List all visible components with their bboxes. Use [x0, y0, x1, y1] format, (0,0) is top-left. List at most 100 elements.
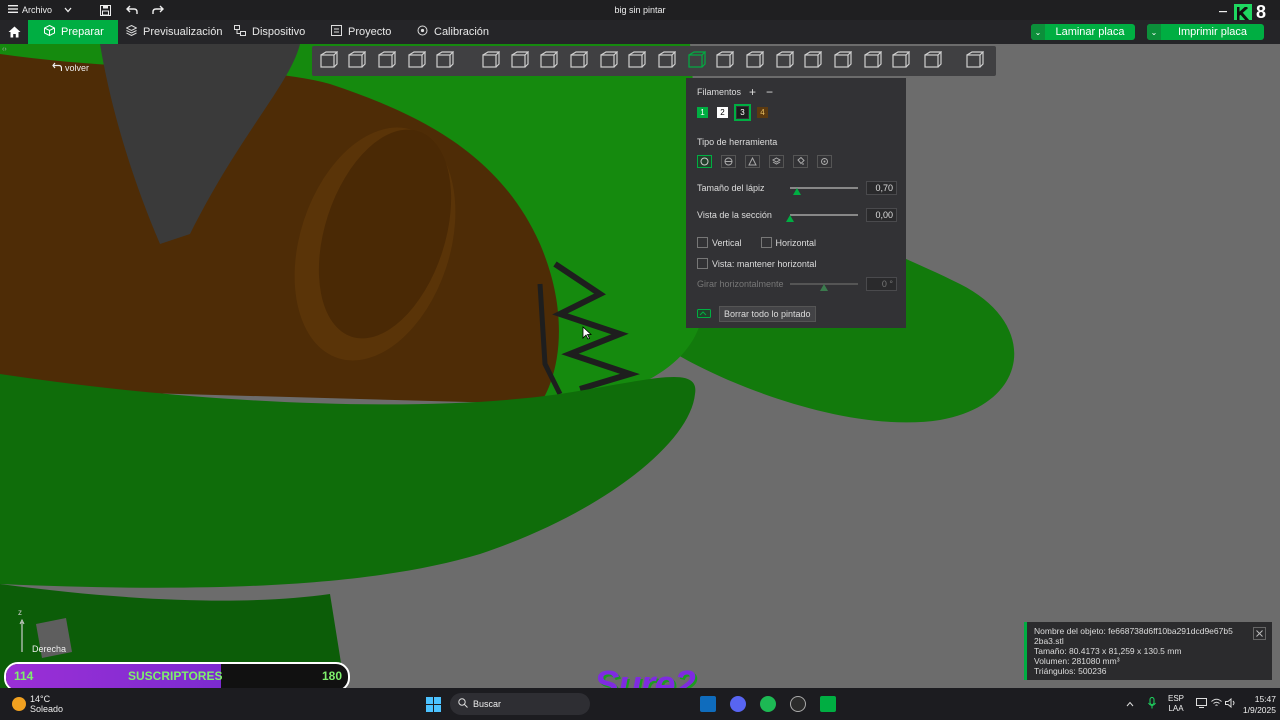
- slicer-app-icon[interactable]: [790, 696, 806, 712]
- settings-icon[interactable]: [964, 51, 985, 71]
- window-title: big sin pintar: [0, 0, 1280, 20]
- gap-fill-icon[interactable]: [817, 155, 832, 168]
- brim-icon[interactable]: [862, 51, 883, 71]
- tab-preview[interactable]: Previsualización: [125, 20, 222, 44]
- start-button[interactable]: [426, 697, 441, 714]
- emboss-icon[interactable]: [744, 51, 765, 71]
- support-paint-icon[interactable]: [656, 51, 677, 71]
- circle-brush-icon[interactable]: [697, 155, 712, 168]
- clock[interactable]: 15:47 1/9/2025: [1230, 694, 1276, 716]
- slice-plate-button[interactable]: ⌄ Laminar placa: [1031, 24, 1135, 40]
- scale-icon[interactable]: [538, 51, 559, 71]
- subscriber-current: 114: [14, 669, 34, 683]
- fill-bucket-icon[interactable]: [793, 155, 808, 168]
- print-plate-button[interactable]: ⌄ Imprimir placa: [1147, 24, 1264, 40]
- calibration-icon: [417, 25, 428, 39]
- section-view-slider[interactable]: [790, 214, 858, 216]
- monitor-icon[interactable]: [1196, 698, 1207, 710]
- filament-swatch-3[interactable]: 3: [734, 104, 751, 121]
- boolean-icon[interactable]: [626, 51, 647, 71]
- microphone-icon[interactable]: [1148, 697, 1156, 711]
- subscriber-label: SUSCRIPTORES: [128, 669, 223, 683]
- rotate-icon[interactable]: [509, 51, 530, 71]
- height-range-icon[interactable]: [769, 155, 784, 168]
- tab-device[interactable]: Dispositivo: [234, 20, 305, 44]
- 3d-viewport[interactable]: volver ‹› z Derecha: [0, 44, 1280, 688]
- close-icon[interactable]: [1253, 627, 1266, 640]
- ruler-icon[interactable]: [922, 51, 943, 71]
- remove-filament-icon[interactable]: −: [766, 85, 773, 99]
- device-icon: [234, 25, 246, 39]
- view-cube[interactable]: z Derecha: [14, 608, 74, 662]
- section-view-value[interactable]: 0,00: [866, 208, 897, 222]
- search-icon: [458, 698, 468, 710]
- vertical-checkbox[interactable]: [697, 237, 708, 248]
- cut-icon[interactable]: [598, 51, 619, 71]
- axis-gizmo-icon: [19, 618, 72, 658]
- pen-size-slider-thumb[interactable]: [792, 188, 801, 195]
- save-icon[interactable]: [100, 0, 111, 20]
- assembly-icon[interactable]: [890, 51, 911, 71]
- chevron-down-icon: [64, 5, 72, 15]
- file-menu[interactable]: Archivo: [8, 0, 72, 20]
- measure-icon[interactable]: [774, 51, 795, 71]
- search-box[interactable]: Buscar: [450, 693, 590, 715]
- text-icon[interactable]: [714, 51, 735, 71]
- horizontal-checkbox[interactable]: [760, 237, 772, 248]
- weather-widget[interactable]: 14°C Soleado: [12, 694, 63, 714]
- filament-swatch-1[interactable]: 1: [697, 107, 708, 118]
- chevron-down-icon[interactable]: ⌄: [1031, 24, 1045, 40]
- tab-prepare-label: Preparar: [61, 26, 104, 38]
- plate-layout-icon[interactable]: [406, 51, 427, 71]
- object-name: Nombre del objeto: fe668738d6ff10ba291dc…: [1034, 626, 1233, 636]
- seam-paint-icon[interactable]: [832, 51, 853, 71]
- arrange-grid-icon[interactable]: [346, 51, 367, 71]
- home-button[interactable]: [0, 20, 28, 44]
- bambu-studio-icon[interactable]: [820, 696, 836, 712]
- discord-icon[interactable]: [730, 696, 746, 712]
- spotify-icon[interactable]: [760, 696, 776, 712]
- sphere-brush-icon[interactable]: [721, 155, 736, 168]
- pen-size-value[interactable]: 0,70: [866, 181, 897, 195]
- back-button[interactable]: volver: [52, 62, 89, 74]
- section-view-slider-thumb[interactable]: [786, 215, 794, 222]
- add-part-icon[interactable]: [318, 51, 339, 71]
- undo-icon[interactable]: [126, 0, 138, 20]
- chevron-down-icon[interactable]: ⌄: [1147, 24, 1161, 40]
- variable-layer-icon[interactable]: [802, 51, 823, 71]
- color-paint-icon[interactable]: [686, 51, 707, 71]
- sidebar-toggle[interactable]: ‹›: [2, 46, 12, 56]
- lay-on-face-icon[interactable]: [568, 51, 589, 71]
- add-filament-icon[interactable]: +: [749, 85, 756, 99]
- outlook-icon[interactable]: [700, 696, 716, 712]
- section-view-label: Vista de la sección: [697, 210, 772, 220]
- color-paint-panel: Filamentos + − 1 2 3 4 Tipo de herramien…: [686, 78, 906, 328]
- move-icon[interactable]: [480, 51, 501, 71]
- filaments-title: Filamentos: [697, 87, 742, 97]
- tab-project[interactable]: Proyecto: [331, 20, 391, 44]
- list-view-icon[interactable]: [434, 51, 455, 71]
- triangle-brush-icon[interactable]: [745, 155, 760, 168]
- tray-chevron-icon[interactable]: [1126, 699, 1134, 709]
- tab-calibration[interactable]: Calibración: [417, 20, 489, 44]
- wifi-icon[interactable]: [1211, 698, 1222, 710]
- os-taskbar: 14°C Soleado Buscar ESP LAA 15:47 1/9/20…: [0, 688, 1280, 720]
- file-menu-label: Archivo: [22, 5, 53, 15]
- erase-all-label: Borrar todo lo pintado: [724, 309, 811, 319]
- minimize-button[interactable]: [1219, 0, 1227, 20]
- cube-icon: [44, 24, 55, 39]
- erase-all-button[interactable]: Borrar todo lo pintado: [719, 306, 816, 322]
- filament-swatch-4[interactable]: 4: [757, 107, 768, 118]
- orient-icon[interactable]: [376, 51, 397, 71]
- redo-icon[interactable]: [152, 0, 164, 20]
- tab-prepare[interactable]: Preparar: [28, 20, 118, 44]
- language-indicator[interactable]: ESP LAA: [1168, 694, 1184, 714]
- language-bottom: LAA: [1168, 704, 1184, 713]
- filament-swatch-2[interactable]: 2: [717, 107, 728, 118]
- filament-4-label: 4: [760, 108, 765, 117]
- title-bar: Archivo big sin pintar 8: [0, 0, 1280, 23]
- keep-horizontal-checkbox[interactable]: [697, 258, 708, 269]
- slice-plate-label: Laminar placa: [1055, 26, 1125, 38]
- eraser-icon: [697, 308, 711, 320]
- home-icon: [8, 26, 20, 38]
